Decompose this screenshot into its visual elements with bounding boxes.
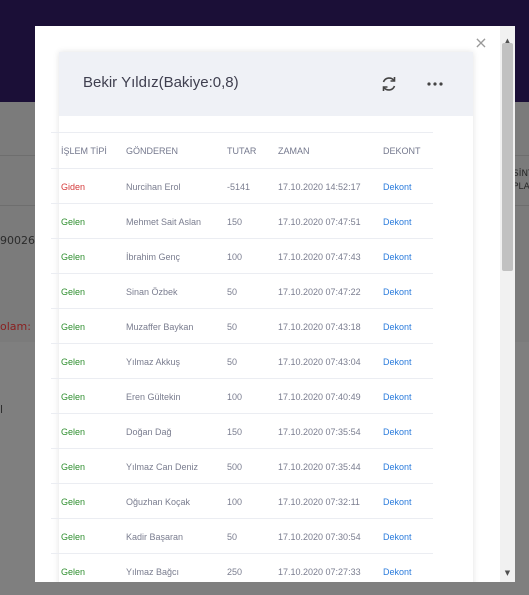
- sender-name: İbrahim Genç: [126, 252, 181, 262]
- table-row: Gelen Muzaffer Baykan 50 17.10.2020 07:43:1…: [51, 309, 433, 344]
- receipt-link[interactable]: Dekont: [383, 182, 412, 192]
- card-title: Bekir Yıldız(Bakiye:0,8): [83, 74, 239, 91]
- timestamp: 17.10.2020 07:43:18: [278, 322, 361, 332]
- receipt-link[interactable]: Dekont: [383, 462, 412, 472]
- sender-name: Mehmet Sait Aslan: [126, 217, 202, 227]
- column-header-receipt: DEKONT: [383, 146, 421, 156]
- transaction-type: Gelen: [61, 462, 86, 472]
- amount: 50: [227, 532, 238, 542]
- timestamp: 17.10.2020 07:47:51: [278, 217, 361, 227]
- column-header-time: ZAMAN: [278, 146, 310, 156]
- column-header-amount: TUTAR: [227, 146, 257, 156]
- sender-name: Oğuzhan Koçak: [126, 497, 191, 507]
- column-header-sender: GÖNDEREN: [126, 146, 179, 156]
- transaction-type: Gelen: [61, 217, 86, 227]
- amount: 150: [227, 217, 243, 227]
- receipt-link[interactable]: Dekont: [383, 287, 412, 297]
- table-row: Gelen İbrahim Genç 100 17.10.2020 07:47:43 D…: [51, 239, 433, 274]
- scroll-down-arrow-icon[interactable]: ▼: [500, 566, 515, 580]
- transaction-type: Gelen: [61, 357, 86, 367]
- transaction-type: Gelen: [61, 252, 86, 262]
- receipt-link[interactable]: Dekont: [383, 392, 412, 402]
- receipt-link[interactable]: Dekont: [383, 357, 412, 367]
- receipt-link[interactable]: Dekont: [383, 497, 412, 507]
- table-row: Gelen Yılmaz Bağcı 250 17.10.2020 07:27:33 D…: [51, 554, 433, 582]
- card-header: Bekir Yıldız(Bakiye:0,8): [59, 52, 473, 116]
- amount: 100: [227, 497, 243, 507]
- timestamp: 17.10.2020 07:32:11: [278, 497, 360, 507]
- transaction-type: Gelen: [61, 427, 86, 437]
- background-text: PLA: [513, 182, 529, 192]
- amount: 50: [227, 322, 238, 332]
- table-row: Gelen Kadir Başaran 50 17.10.2020 07:30:54 D…: [51, 519, 433, 554]
- timestamp: 17.10.2020 07:40:49: [278, 392, 361, 402]
- timestamp: 17.10.2020 07:35:54: [278, 427, 361, 437]
- transaction-type: Gelen: [61, 497, 86, 507]
- amount: 250: [227, 567, 243, 577]
- table-row: Gelen Doğan Dağ 150 17.10.2020 07:35:54 Deko…: [51, 414, 433, 449]
- sender-name: Yılmaz Akkuş: [126, 357, 181, 367]
- modal-scrollbar[interactable]: ▲ ▼: [500, 26, 515, 582]
- sender-name: Eren Gültekin: [126, 392, 181, 402]
- receipt-link[interactable]: Dekont: [383, 252, 412, 262]
- background-text: l: [0, 403, 4, 416]
- timestamp: 17.10.2020 07:30:54: [278, 532, 361, 542]
- amount: 50: [227, 287, 238, 297]
- refresh-icon[interactable]: [379, 74, 399, 94]
- table-row: Gelen Eren Gültekin 100 17.10.2020 07:40:49…: [51, 379, 433, 414]
- table-header: İŞLEM TİPİ GÖNDEREN TUTAR ZAMAN DEKONT: [51, 132, 433, 169]
- receipt-link[interactable]: Dekont: [383, 217, 412, 227]
- close-button[interactable]: ×: [472, 34, 490, 52]
- sender-name: Yılmaz Can Deniz: [126, 462, 199, 472]
- sender-name: Yılmaz Bağcı: [126, 567, 180, 577]
- amount: 100: [227, 392, 243, 402]
- amount: -5141: [227, 182, 251, 192]
- transaction-type: Gelen: [61, 532, 86, 542]
- more-horizontal-icon[interactable]: [423, 74, 447, 94]
- receipt-link[interactable]: Dekont: [383, 427, 412, 437]
- sender-name: Doğan Dağ: [126, 427, 172, 437]
- table-row: Gelen Oğuzhan Koçak 100 17.10.2020 07:32:11…: [51, 484, 433, 519]
- sender-name: Sinan Özbek: [126, 287, 178, 297]
- transaction-type: Gelen: [61, 567, 86, 577]
- transaction-type: Gelen: [61, 322, 86, 332]
- transaction-type: Gelen: [61, 392, 86, 402]
- receipt-link[interactable]: Dekont: [383, 322, 412, 332]
- table-row: Gelen Mehmet Sait Aslan 150 17.10.2020 07:4…: [51, 204, 433, 239]
- amount: 150: [227, 427, 243, 437]
- sender-name: Muzaffer Baykan: [126, 322, 194, 332]
- timestamp: 17.10.2020 07:35:44: [278, 462, 361, 472]
- amount: 50: [227, 357, 238, 367]
- table-row: Gelen Yılmaz Can Deniz 500 17.10.2020 07:35…: [51, 449, 433, 484]
- sender-name: Nurcihan Erol: [126, 182, 181, 192]
- table-row: Gelen Yılmaz Akkuş 50 17.10.2020 07:43:04 De…: [51, 344, 433, 379]
- timestamp: 17.10.2020 14:52:17: [278, 182, 361, 192]
- amount: 500: [227, 462, 243, 472]
- transactions-table: İŞLEM TİPİ GÖNDEREN TUTAR ZAMAN DEKONT G…: [51, 132, 433, 582]
- receipt-link[interactable]: Dekont: [383, 532, 412, 542]
- sender-name: Kadir Başaran: [126, 532, 184, 542]
- amount: 100: [227, 252, 243, 262]
- table-body: Giden Nurcihan Erol -5141 17.10.2020 14:52:…: [51, 169, 433, 582]
- timestamp: 17.10.2020 07:47:22: [278, 287, 361, 297]
- column-header-type: İŞLEM TİPİ: [61, 146, 107, 156]
- timestamp: 17.10.2020 07:27:33: [278, 567, 361, 577]
- timestamp: 17.10.2020 07:43:04: [278, 357, 361, 367]
- receipt-link[interactable]: Dekont: [383, 567, 412, 577]
- background-text: SİNT: [513, 169, 529, 179]
- modal-dialog: × ▲ ▼ Bekir Yıldız(Bakiye:0,8) İŞLEM TİP…: [35, 26, 515, 582]
- scroll-thumb[interactable]: [502, 43, 513, 271]
- table-row: Giden Nurcihan Erol -5141 17.10.2020 14:52:…: [51, 169, 433, 204]
- timestamp: 17.10.2020 07:47:43: [278, 252, 361, 262]
- transaction-type: Giden: [61, 182, 86, 192]
- transaction-type: Gelen: [61, 287, 86, 297]
- table-row: Gelen Sinan Özbek 50 17.10.2020 07:47:22 Dek…: [51, 274, 433, 309]
